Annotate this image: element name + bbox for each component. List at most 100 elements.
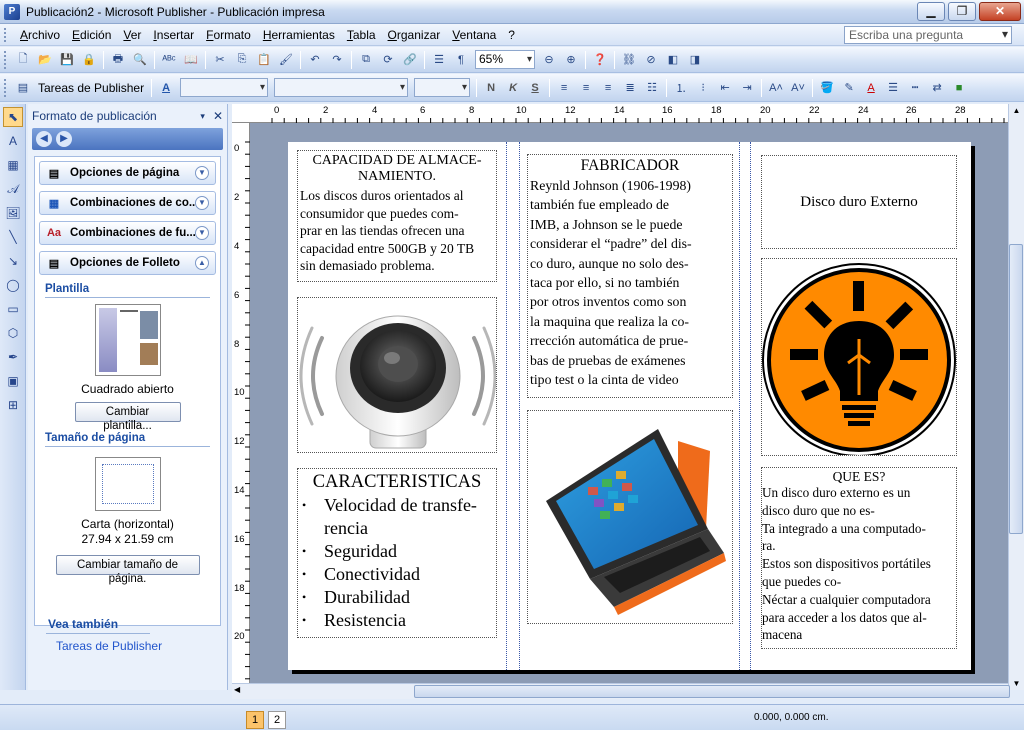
template-thumbnail[interactable] <box>94 304 161 376</box>
scroll-left-icon[interactable]: ◀ <box>234 685 240 694</box>
menu-archivo[interactable]: Archivo <box>14 25 66 45</box>
line-color-icon[interactable]: ✎ <box>840 79 858 97</box>
align-left-icon[interactable]: ≡ <box>555 79 573 97</box>
style-select[interactable] <box>180 78 269 97</box>
undo-icon[interactable]: ↶ <box>306 51 324 69</box>
bullets-icon[interactable]: ⁝ <box>694 79 712 97</box>
line-tool-icon[interactable]: ╲ <box>3 227 23 247</box>
paste-icon[interactable]: 📋 <box>255 51 273 69</box>
page-1-button[interactable]: 1 <box>246 711 264 729</box>
section-opciones-folleto[interactable]: ▤ Opciones de Folleto ▲ <box>39 251 216 275</box>
task-pane-toggle-icon[interactable]: ▤ <box>14 79 32 97</box>
publisher-tasks-link[interactable]: Tareas de Publisher <box>56 639 162 653</box>
task-pane-close-icon[interactable]: ✕ <box>213 109 223 123</box>
oval-tool-icon[interactable]: ◯ <box>3 275 23 295</box>
tasks-button[interactable]: Tareas de Publisher <box>34 81 148 95</box>
grow-font-icon[interactable]: A˄ <box>767 79 785 97</box>
lightbulb-picture[interactable] <box>761 258 957 456</box>
align-center-icon[interactable]: ≡ <box>577 79 595 97</box>
picture-tool-icon[interactable]: 🖼 <box>3 203 23 223</box>
menu-organizar[interactable]: Organizar <box>382 25 447 45</box>
menu-ver[interactable]: Ver <box>117 25 147 45</box>
rotate-icon[interactable]: ⟳ <box>379 51 397 69</box>
styles-icon[interactable]: A <box>157 79 175 97</box>
align-right-icon[interactable]: ≡ <box>599 79 617 97</box>
change-template-button[interactable]: Cambiar plantilla... <box>74 402 181 432</box>
zoom-select[interactable]: 65% <box>475 50 535 69</box>
bold-button[interactable]: N <box>482 79 500 97</box>
bring-front-icon[interactable]: ⧉ <box>357 51 375 69</box>
print-preview-icon[interactable]: 🔍 <box>131 51 149 69</box>
section-opciones-pagina[interactable]: ▤ Opciones de página ▼ <box>39 161 216 185</box>
increase-indent-icon[interactable]: ⇥ <box>738 79 756 97</box>
section-combinaciones-color[interactable]: ▦ Combinaciones de co... ▼ <box>39 191 216 215</box>
cut-icon[interactable]: ✂ <box>211 51 229 69</box>
insert-hyperlink-icon[interactable]: 🔗 <box>401 51 419 69</box>
distribute-icon[interactable]: ☷ <box>643 79 661 97</box>
fabricador-textbox[interactable]: FABRICADOR Reynld Johnson (1906-1998) ta… <box>527 154 733 398</box>
text-box-tool-icon[interactable]: A <box>3 131 23 151</box>
unlink-textbox-icon[interactable]: ⊘ <box>642 51 660 69</box>
autoshapes-tool-icon[interactable]: ⬡ <box>3 323 23 343</box>
menu-ventana[interactable]: Ventana <box>446 25 502 45</box>
select-tool-icon[interactable]: ⬉ <box>3 107 23 127</box>
restore-button[interactable]: ❐ <box>948 2 976 21</box>
ask-question-input[interactable]: Escriba una pregunta <box>844 26 1012 44</box>
publisher-app-icon[interactable]: P <box>4 3 20 20</box>
link-textbox-icon[interactable]: ⛓ <box>620 51 638 69</box>
horizontal-ruler[interactable]: 0 2 4 6 8 10 12 14 16 18 20 22 24 26 28 <box>232 104 1008 123</box>
brochure-page[interactable]: CAPACIDAD DE ALMACE-NAMIENTO. Los discos… <box>288 142 971 670</box>
task-pane-menu-icon[interactable]: ▾ <box>200 111 205 122</box>
business-info-icon[interactable]: ⊞ <box>3 395 23 415</box>
font-color-icon[interactable]: A <box>862 79 880 97</box>
numbering-icon[interactable]: ⒈ <box>672 79 690 97</box>
fill-color-icon[interactable]: 🪣 <box>818 79 836 97</box>
menu-herramientas[interactable]: Herramientas <box>257 25 341 45</box>
chevron-up-icon[interactable]: ▲ <box>195 256 209 270</box>
quees-textbox[interactable]: QUE ES? Un disco duro externo es un disc… <box>761 467 957 649</box>
change-page-size-button[interactable]: Cambiar tamaño de página. <box>55 555 200 585</box>
menu-formato[interactable]: Formato <box>200 25 257 45</box>
help-icon[interactable]: ❓ <box>591 51 609 69</box>
forward-arrow-icon[interactable]: ▶ <box>56 131 72 147</box>
redo-icon[interactable]: ↷ <box>328 51 346 69</box>
minimize-button[interactable]: ▁ <box>917 2 945 21</box>
page-size-thumbnail[interactable] <box>94 457 161 511</box>
toolbar-grip[interactable] <box>4 50 8 69</box>
arrow-style-icon[interactable]: ⇄ <box>928 79 946 97</box>
design-gallery-icon[interactable]: ▣ <box>3 371 23 391</box>
horizontal-scroll-thumb[interactable] <box>414 685 1010 698</box>
close-button[interactable]: ✕ <box>979 2 1021 21</box>
back-arrow-icon[interactable]: ◀ <box>36 131 52 147</box>
line-style-icon[interactable]: ☰ <box>884 79 902 97</box>
scroll-up-icon[interactable]: ▲ <box>1009 106 1024 115</box>
zoom-in-icon[interactable]: ⊕ <box>562 51 580 69</box>
pilcrow-icon[interactable]: ¶ <box>452 51 470 69</box>
chevron-down-icon[interactable]: ▼ <box>195 196 209 210</box>
format-painter-icon[interactable]: 🖌 <box>277 51 295 69</box>
menu-grip[interactable] <box>4 27 8 42</box>
menu-insertar[interactable]: Insertar <box>147 25 200 45</box>
justify-icon[interactable]: ≣ <box>621 79 639 97</box>
caracteristicas-textbox[interactable]: CARACTERISTICAS • Velocidad de transfe-re… <box>297 468 497 638</box>
chevron-down-icon[interactable]: ▼ <box>195 226 209 240</box>
new-icon[interactable]: 🗋 <box>14 51 32 69</box>
vertical-scroll-thumb[interactable] <box>1009 244 1023 534</box>
underline-button[interactable]: S <box>526 79 544 97</box>
toolbar-grip[interactable] <box>4 78 8 97</box>
font-select[interactable] <box>274 78 409 97</box>
decrease-indent-icon[interactable]: ⇤ <box>716 79 734 97</box>
menu-tabla[interactable]: Tabla <box>341 25 382 45</box>
rectangle-tool-icon[interactable]: ▭ <box>3 299 23 319</box>
scroll-down-icon[interactable]: ▼ <box>1009 679 1024 688</box>
copy-icon[interactable]: ⎘ <box>233 51 251 69</box>
disco-title-textbox[interactable]: Disco duro Externo <box>761 155 957 249</box>
section-combinaciones-fuente[interactable]: Aa Combinaciones de fu... ▼ <box>39 221 216 245</box>
print-icon[interactable]: 🖶 <box>109 51 127 69</box>
vertical-ruler[interactable]: 0 2 4 6 8 10 12 14 16 18 20 <box>232 123 250 683</box>
chevron-down-icon[interactable]: ▼ <box>195 166 209 180</box>
hot-spot-tool-icon[interactable]: ✒ <box>3 347 23 367</box>
speaker-picture[interactable] <box>297 297 497 453</box>
prev-textbox-icon[interactable]: ◧ <box>664 51 682 69</box>
open-icon[interactable]: 📂 <box>36 51 54 69</box>
